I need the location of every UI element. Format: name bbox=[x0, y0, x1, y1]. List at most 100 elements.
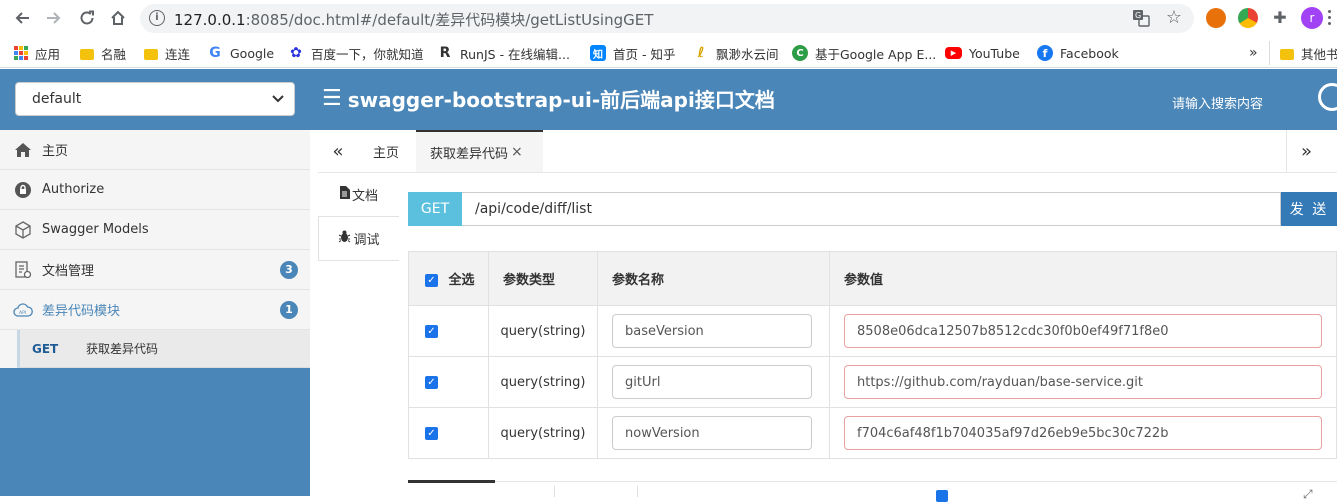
page-title-text: swagger-bootstrap-ui-前后端api接口文档 bbox=[347, 88, 775, 112]
doc-manage-icon bbox=[12, 259, 34, 281]
apps-icon bbox=[14, 46, 28, 60]
param-value-input[interactable]: https://github.com/rayduan/base-service.… bbox=[844, 365, 1322, 399]
request-url-input[interactable]: /api/code/diff/list bbox=[462, 192, 1281, 226]
sidebar-item-label: Authorize bbox=[42, 182, 105, 197]
sidebar-item-home[interactable]: 主页 bbox=[0, 130, 310, 170]
tab-scroll-right-icon[interactable]: » bbox=[1286, 130, 1326, 172]
bookmark-star-icon[interactable]: ☆ bbox=[1166, 7, 1182, 28]
runjs-icon: R bbox=[439, 45, 451, 61]
sidebar-item-label: 文档管理 bbox=[42, 264, 95, 279]
reload-icon[interactable] bbox=[75, 6, 99, 30]
profile-avatar[interactable]: r bbox=[1301, 7, 1323, 29]
table-header-row: ✓ 全选 参数类型 参数名称 参数值 bbox=[408, 251, 1337, 306]
group-select[interactable]: default bbox=[15, 82, 295, 116]
bookmark-google[interactable]: G Google bbox=[207, 43, 274, 63]
param-type: query(string) bbox=[488, 407, 598, 459]
params-table: ✓ 全选 参数类型 参数名称 参数值 ✓ query(string) baseV… bbox=[408, 251, 1337, 459]
forward-arrow-icon[interactable] bbox=[42, 6, 66, 30]
extension-orange-icon[interactable] bbox=[1206, 8, 1226, 28]
tab-doc[interactable]: 文档 bbox=[318, 173, 399, 216]
method-label: GET bbox=[32, 341, 59, 356]
row-checkbox[interactable]: ✓ bbox=[425, 375, 438, 389]
count-badge: 1 bbox=[280, 301, 298, 319]
bookmark-label: YouTube bbox=[969, 45, 1020, 61]
tab-scroll-left-icon[interactable]: « bbox=[318, 130, 358, 172]
bookmark-baidu[interactable]: ✿ 百度一下，你就知道 bbox=[288, 43, 423, 63]
browser-toolbar: i 127.0.0.1:8085/doc.html#/default/差异代码模… bbox=[0, 0, 1337, 37]
address-bar[interactable]: i 127.0.0.1:8085/doc.html#/default/差异代码模… bbox=[140, 4, 1194, 33]
translate-icon[interactable]: G bbox=[1132, 9, 1150, 27]
bookmark-label: 其他书 bbox=[1301, 46, 1337, 62]
sidebar-item-swagger-models[interactable]: Swagger Models bbox=[0, 210, 310, 250]
youtube-icon: ▶ bbox=[945, 47, 962, 59]
select-all-checkbox[interactable]: ✓ bbox=[425, 274, 438, 287]
select-all-header[interactable]: ✓ 全选 bbox=[408, 251, 489, 306]
tab-label: 文档 bbox=[351, 189, 378, 204]
wave-icon: ℓ bbox=[697, 45, 705, 61]
sidebar-item-doc-manage[interactable]: 文档管理 3 bbox=[0, 250, 310, 290]
row-checkbox[interactable]: ✓ bbox=[425, 324, 438, 338]
bookmark-folder-1[interactable]: 名融 bbox=[80, 43, 126, 63]
folder-icon bbox=[1280, 48, 1294, 60]
group-select-value: default bbox=[32, 91, 82, 107]
param-value-cell: 8508e06dca12507b8512cdc30f0b0ef49f71f8e0 bbox=[829, 305, 1337, 357]
tab-debug[interactable]: 调试 bbox=[318, 216, 399, 261]
bookmark-wave[interactable]: ℓ 飘渺水云间 bbox=[693, 43, 779, 63]
close-icon[interactable]: × bbox=[511, 144, 523, 160]
param-name-input[interactable]: baseVersion bbox=[612, 314, 812, 348]
param-value-input[interactable]: f704c6af48f1b704035af97d26eb9e5bc30c722b bbox=[844, 416, 1322, 450]
url-path: :8085/doc.html#/default/差异代码模块/getListUs… bbox=[245, 11, 654, 29]
site-info-icon[interactable]: i bbox=[149, 10, 165, 26]
show-desc-checkbox[interactable] bbox=[936, 490, 948, 502]
document-icon bbox=[339, 186, 350, 203]
param-type: query(string) bbox=[488, 356, 598, 408]
page-title: ☰ swagger-bootstrap-ui-前后端api接口文档 bbox=[322, 84, 775, 113]
url-text[interactable]: 127.0.0.1:8085/doc.html#/default/差异代码模块/… bbox=[174, 9, 653, 30]
chrome-extension-icon[interactable] bbox=[1238, 8, 1258, 28]
bookmark-youtube[interactable]: ▶ YouTube bbox=[945, 43, 1020, 63]
folder-icon bbox=[144, 48, 158, 60]
row-checkbox[interactable]: ✓ bbox=[425, 426, 438, 440]
home-icon[interactable] bbox=[106, 6, 130, 30]
search-input[interactable]: 请输入搜索内容 bbox=[1172, 93, 1263, 112]
tab-home[interactable]: 主页 bbox=[359, 130, 413, 172]
bookmark-facebook[interactable]: f Facebook bbox=[1037, 43, 1119, 63]
bookmark-label: 应用 bbox=[35, 46, 61, 62]
bookmark-zhihu[interactable]: 知 首页 - 知乎 bbox=[590, 43, 675, 63]
other-bookmarks[interactable]: 其他书 bbox=[1269, 41, 1337, 65]
bookmark-google-app[interactable]: C 基于Google App E... bbox=[792, 43, 936, 63]
google-icon: G bbox=[209, 45, 221, 61]
param-name-input[interactable]: gitUrl bbox=[612, 365, 812, 399]
send-button[interactable]: 发 送 bbox=[1281, 192, 1337, 226]
search-icon[interactable] bbox=[1318, 83, 1337, 111]
bookmark-label: 飘渺水云间 bbox=[716, 46, 779, 62]
bookmark-runjs[interactable]: R RunJS - 在线编辑... bbox=[437, 43, 570, 63]
param-name-cell: baseVersion bbox=[597, 305, 830, 357]
param-value-input[interactable]: 8508e06dca12507b8512cdc30f0b0ef49f71f8e0 bbox=[844, 314, 1322, 348]
green-c-icon: C bbox=[792, 45, 808, 61]
param-value-cell: f704c6af48f1b704035af97d26eb9e5bc30c722b bbox=[829, 407, 1337, 459]
param-name-cell: nowVersion bbox=[597, 407, 830, 459]
bookmarks-bar: 应用 名融 连连 G Google ✿ 百度一下，你就知道 R RunJS - … bbox=[0, 37, 1337, 68]
bookmarks-overflow[interactable]: » bbox=[1249, 43, 1258, 63]
sidebar-api-get-diff[interactable]: GET 获取差异代码 bbox=[17, 330, 310, 368]
param-name-input[interactable]: nowVersion bbox=[612, 416, 812, 450]
bookmark-apps[interactable]: 应用 bbox=[14, 43, 60, 63]
chevron-down-icon bbox=[272, 92, 284, 106]
bookmark-label: 连连 bbox=[165, 46, 191, 62]
back-arrow-icon[interactable] bbox=[10, 6, 34, 30]
sidebar-item-authorize[interactable]: Authorize bbox=[0, 170, 310, 210]
bookmark-folder-2[interactable]: 连连 bbox=[144, 43, 190, 63]
bug-icon bbox=[338, 230, 351, 247]
request-line: GET /api/code/diff/list 发 送 bbox=[408, 192, 1337, 226]
param-value-cell: https://github.com/rayduan/base-service.… bbox=[829, 356, 1337, 408]
puzzle-icon[interactable]: ✚ bbox=[1270, 8, 1290, 28]
expand-icon[interactable]: ⤢ bbox=[1303, 487, 1313, 502]
menu-kebab-icon[interactable] bbox=[1328, 10, 1332, 26]
response-tabs bbox=[408, 480, 1337, 497]
menu-toggle-icon[interactable]: ☰ bbox=[322, 86, 342, 111]
svg-text:G: G bbox=[1135, 11, 1141, 20]
sidebar-item-diff-module[interactable]: API 差异代码模块 1 bbox=[0, 290, 310, 330]
tab-get-diff-code[interactable]: 获取差异代码 × bbox=[416, 130, 543, 172]
param-name-cell: gitUrl bbox=[597, 356, 830, 408]
